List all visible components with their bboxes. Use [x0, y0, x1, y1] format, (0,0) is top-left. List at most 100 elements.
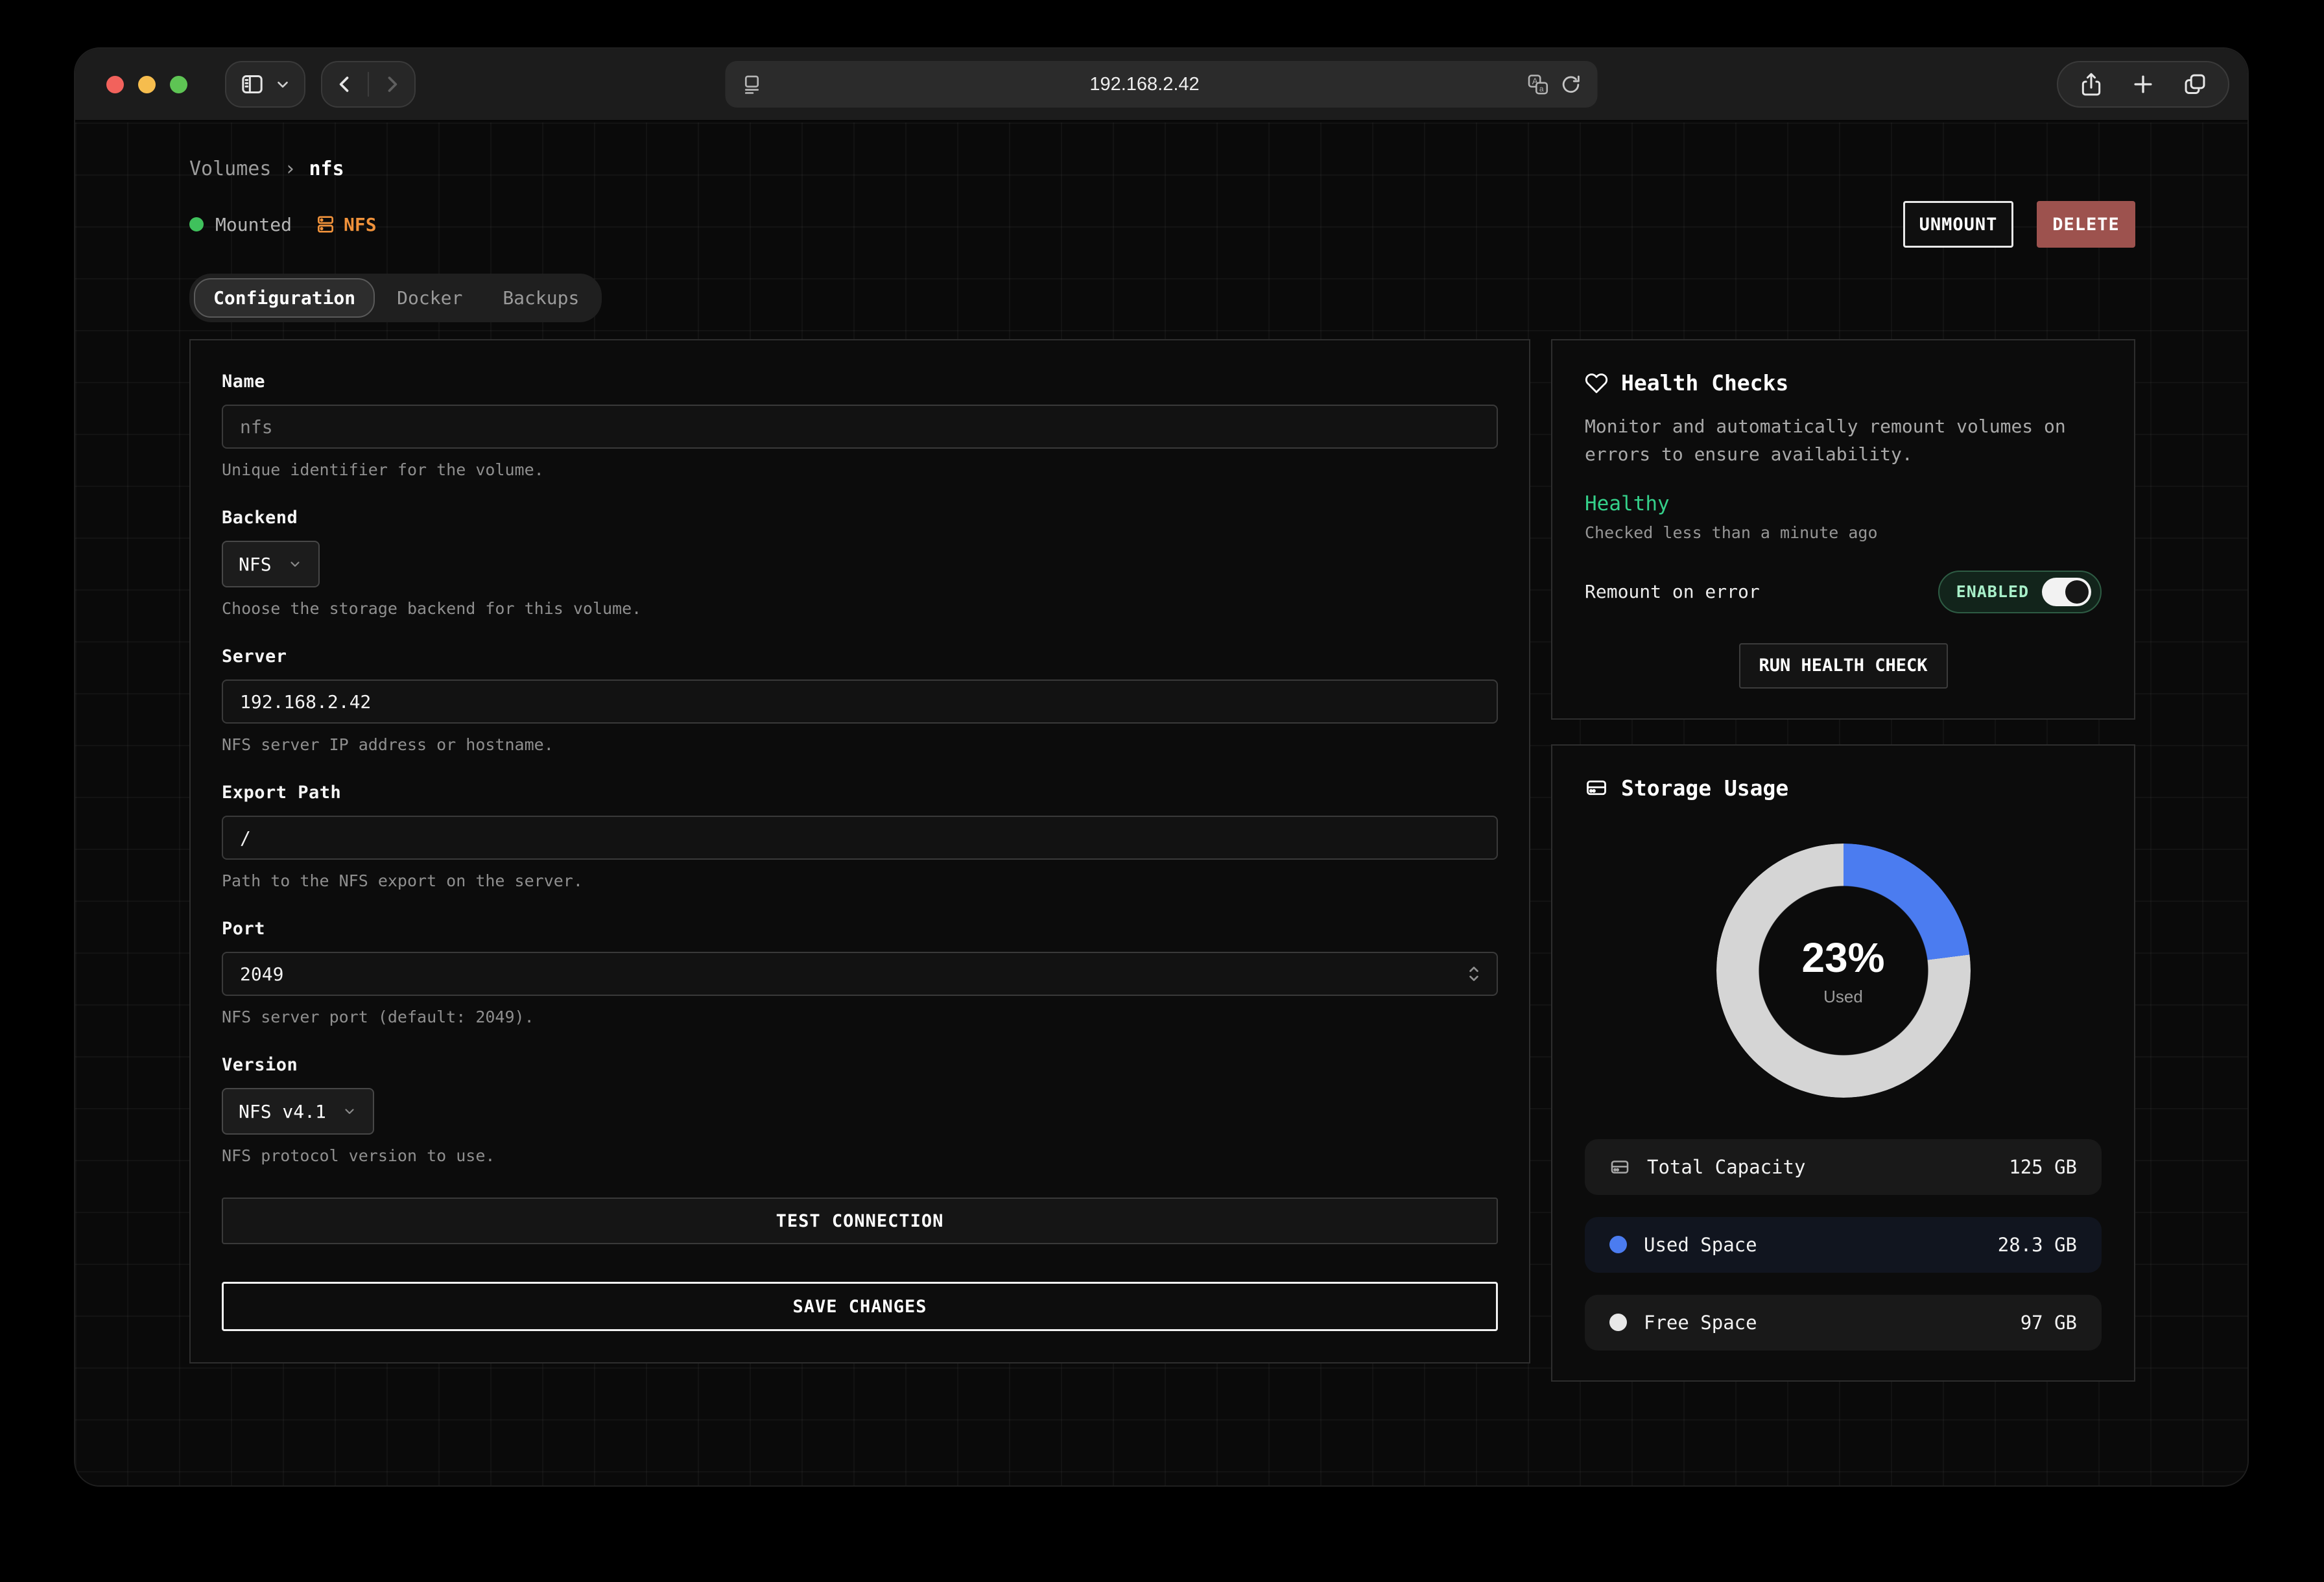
sidebar-icon — [239, 71, 265, 97]
storage-donut-chart: 23% Used — [1716, 844, 1971, 1098]
save-changes-button[interactable]: SAVE CHANGES — [222, 1282, 1498, 1331]
share-icon[interactable] — [2079, 72, 2104, 97]
volume-actions: UNMOUNT DELETE — [1903, 201, 2135, 248]
health-checks-card: Health Checks Monitor and automatically … — [1551, 339, 2135, 720]
toggle-switch — [2042, 578, 2091, 606]
number-stepper-icon[interactable] — [1464, 963, 1484, 985]
port-field-group: Port NFS server port (default: 2049). — [222, 919, 1498, 1026]
health-checks-description: Monitor and automatically remount volume… — [1585, 412, 2102, 469]
page-content: Volumes › nfs Mounted NFS — [75, 123, 2247, 1485]
server-input[interactable] — [222, 679, 1498, 724]
breadcrumb: Volumes › nfs — [189, 158, 2135, 180]
name-input[interactable] — [222, 405, 1498, 449]
version-label: Version — [222, 1055, 1498, 1075]
version-helper: NFS protocol version to use. — [222, 1146, 1498, 1165]
mounted-status-dot — [189, 217, 204, 231]
new-tab-icon[interactable] — [2131, 72, 2155, 97]
tab-backups[interactable]: Backups — [484, 278, 597, 318]
url-text[interactable]: 192.168.2.42 — [763, 74, 1526, 95]
storage-usage-card: Storage Usage 23% Used — [1551, 744, 2135, 1382]
used-space-dot — [1609, 1236, 1627, 1253]
port-helper: NFS server port (default: 2049). — [222, 1008, 1498, 1026]
backend-field-group: Backend NFS Choose the storage backend f… — [222, 508, 1498, 618]
reader-view-icon[interactable] — [741, 73, 763, 95]
health-status: Healthy — [1585, 492, 2102, 515]
remount-toggle-label: ENABLED — [1956, 582, 2029, 601]
health-last-checked: Checked less than a minute ago — [1585, 523, 2102, 542]
legend-label: Total Capacity — [1647, 1156, 1805, 1178]
heart-icon — [1585, 372, 1608, 395]
toggle-knob — [2065, 580, 2089, 604]
name-helper: Unique identifier for the volume. — [222, 460, 1498, 479]
legend-label: Free Space — [1644, 1312, 1757, 1334]
nfs-badge-label: NFS — [344, 214, 377, 235]
breadcrumb-separator: › — [284, 158, 296, 180]
chevron-down-icon — [274, 76, 291, 93]
remount-toggle[interactable]: ENABLED — [1938, 571, 2102, 613]
port-input[interactable] — [222, 952, 1498, 996]
donut-percent-label: Used — [1823, 987, 1863, 1007]
tab-bar: Configuration Docker Backups — [189, 274, 602, 322]
backend-label: Backend — [222, 508, 1498, 528]
storage-usage-title: Storage Usage — [1621, 775, 1788, 801]
backend-select-value: NFS — [239, 554, 272, 575]
status-row: Mounted NFS UNMOUNT DELETE — [189, 201, 2135, 248]
nav-buttons — [321, 61, 416, 108]
legend-label: Used Space — [1644, 1234, 1757, 1256]
chevron-down-icon — [342, 1104, 357, 1119]
run-health-check-button[interactable]: RUN HEALTH CHECK — [1739, 643, 1948, 689]
svg-text:a: a — [1539, 84, 1544, 93]
storage-legend: Total Capacity 125 GB Used Space 28.3 GB… — [1585, 1139, 2102, 1351]
export-path-label: Export Path — [222, 783, 1498, 803]
legend-value: 97 GB — [2021, 1312, 2077, 1334]
tab-overview-icon[interactable] — [2183, 72, 2207, 97]
breadcrumb-volumes-link[interactable]: Volumes — [189, 158, 271, 180]
forward-button[interactable] — [369, 62, 414, 106]
zoom-window-button[interactable] — [170, 76, 187, 93]
mounted-label: Mounted — [215, 214, 292, 235]
test-connection-button[interactable]: TEST CONNECTION — [222, 1198, 1498, 1244]
toolbar-right-cluster — [2057, 61, 2229, 108]
remount-on-error-label: Remount on error — [1585, 581, 1760, 602]
traffic-lights — [106, 76, 187, 93]
legend-row-total-capacity: Total Capacity 125 GB — [1585, 1139, 2102, 1195]
configuration-form-card: Name Unique identifier for the volume. B… — [189, 339, 1530, 1364]
server-field-group: Server NFS server IP address or hostname… — [222, 646, 1498, 754]
legend-value: 28.3 GB — [1998, 1234, 2077, 1256]
sidebar-toggle-button[interactable] — [225, 61, 305, 108]
name-label: Name — [222, 372, 1498, 392]
delete-button[interactable]: DELETE — [2037, 201, 2135, 248]
browser-toolbar: 192.168.2.42 A a — [75, 49, 2247, 121]
export-path-helper: Path to the NFS export on the server. — [222, 871, 1498, 890]
version-select-value: NFS v4.1 — [239, 1101, 326, 1122]
version-select[interactable]: NFS v4.1 — [222, 1088, 374, 1135]
export-path-field-group: Export Path Path to the NFS export on th… — [222, 783, 1498, 890]
breadcrumb-current: nfs — [309, 158, 344, 180]
hard-drive-icon — [1609, 1157, 1630, 1177]
browser-window: 192.168.2.42 A a — [74, 47, 2249, 1487]
unmount-button[interactable]: UNMOUNT — [1903, 201, 2013, 248]
chevron-down-icon — [287, 556, 303, 572]
translate-icon[interactable]: A a — [1526, 73, 1550, 96]
nfs-badge: NFS — [315, 214, 377, 235]
name-field-group: Name Unique identifier for the volume. — [222, 372, 1498, 479]
legend-row-free-space: Free Space 97 GB — [1585, 1295, 2102, 1351]
reload-icon[interactable] — [1560, 73, 1582, 95]
tab-docker[interactable]: Docker — [379, 278, 480, 318]
health-checks-title: Health Checks — [1621, 370, 1788, 396]
export-path-input[interactable] — [222, 816, 1498, 860]
server-helper: NFS server IP address or hostname. — [222, 735, 1498, 754]
address-bar[interactable]: 192.168.2.42 A a — [726, 61, 1598, 108]
backend-helper: Choose the storage backend for this volu… — [222, 599, 1498, 618]
minimize-window-button[interactable] — [138, 76, 156, 93]
server-icon — [315, 214, 336, 235]
tab-configuration[interactable]: Configuration — [194, 278, 375, 318]
port-label: Port — [222, 919, 1498, 939]
backend-select[interactable]: NFS — [222, 541, 320, 587]
donut-percent-value: 23% — [1801, 934, 1884, 982]
version-field-group: Version NFS v4.1 NFS protocol version to… — [222, 1055, 1498, 1165]
legend-row-used-space: Used Space 28.3 GB — [1585, 1217, 2102, 1273]
back-button[interactable] — [322, 62, 368, 106]
server-label: Server — [222, 646, 1498, 667]
close-window-button[interactable] — [106, 76, 124, 93]
